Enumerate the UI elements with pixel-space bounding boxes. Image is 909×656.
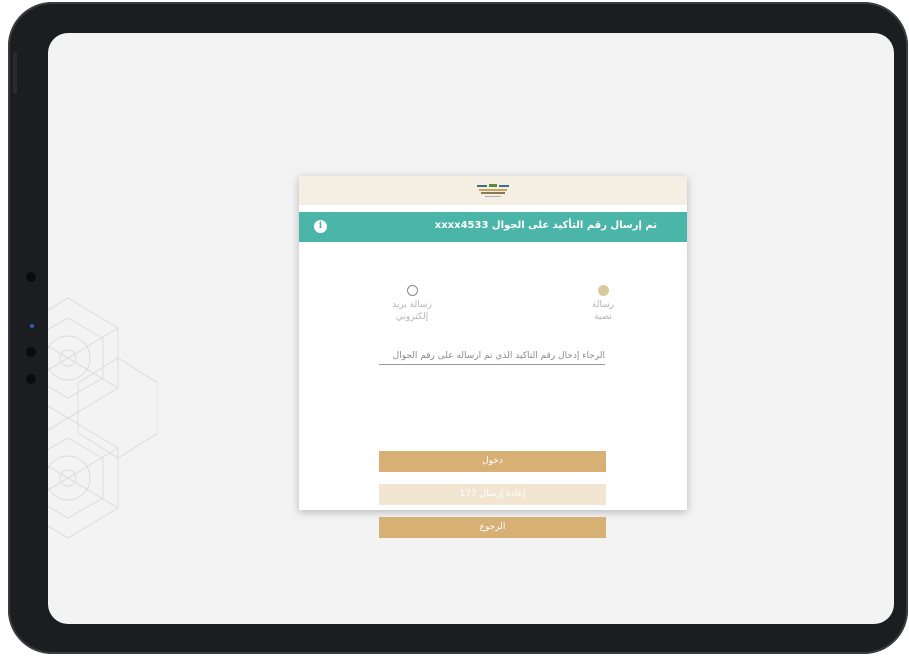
option-email[interactable]: رسالة بريد إلكتروني (387, 285, 437, 323)
verification-code-input[interactable] (379, 348, 605, 365)
tablet-sensor (30, 324, 34, 328)
verification-dialog: تم إرسال رقم التأكيد على الجوال xxxx4533… (299, 176, 687, 538)
notification-banner: تم إرسال رقم التأكيد على الجوال xxxx4533… (299, 212, 687, 242)
logo-icon (477, 183, 509, 197)
login-button[interactable]: دخول (379, 451, 606, 472)
tablet-sensor (26, 374, 36, 384)
dialog-header (299, 176, 687, 205)
resend-button[interactable]: إعادة إرسال 177 (379, 484, 606, 505)
info-icon[interactable]: i (314, 220, 327, 233)
option-email-label-line1: رسالة بريد (392, 300, 432, 310)
tablet-frame: تم إرسال رقم التأكيد على الجوال xxxx4533… (8, 2, 908, 654)
back-button[interactable]: الرجوع (379, 517, 606, 538)
screen: تم إرسال رقم التأكيد على الجوال xxxx4533… (48, 33, 894, 624)
tablet-sensor (26, 347, 36, 357)
background-pattern-icon (48, 297, 158, 539)
tablet-camera (26, 272, 36, 282)
radio-email[interactable] (406, 285, 418, 296)
radio-sms[interactable] (597, 285, 609, 296)
option-email-label-line2: إلكتروني (395, 312, 429, 322)
option-sms-label-line2: نصية (594, 312, 612, 322)
tablet-side-button (13, 52, 17, 94)
option-sms-label-line1: رسالة (591, 300, 615, 310)
banner-message: تم إرسال رقم التأكيد على الجوال xxxx4533 (434, 220, 657, 231)
option-sms[interactable]: رسالة نصية (583, 285, 623, 323)
